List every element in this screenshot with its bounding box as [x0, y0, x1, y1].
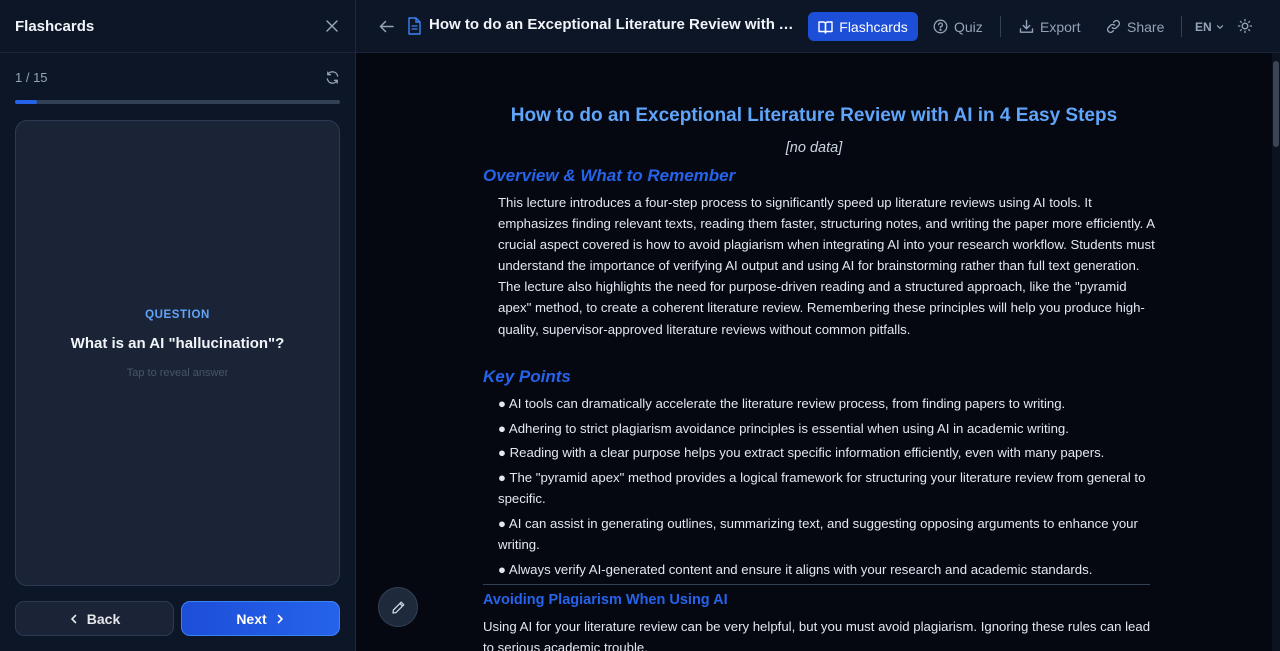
progress-track — [15, 100, 340, 104]
list-item: ● Reading with a clear purpose helps you… — [498, 445, 1105, 461]
language-selector[interactable]: EN — [1195, 12, 1224, 41]
top-toolbar: How to do an Exceptional Literature Revi… — [356, 0, 1280, 53]
sidebar-title: Flashcards — [15, 17, 95, 35]
scrollbar-thumb[interactable] — [1273, 61, 1279, 147]
book-open-icon — [818, 20, 833, 34]
card-hint: Tap to reveal answer — [126, 367, 229, 379]
chevron-left-icon — [70, 614, 77, 623]
list-item: ● AI tools can dramatically accelerate t… — [498, 396, 1066, 411]
list-item: ● AI can assist in generating outlines, … — [498, 516, 1138, 553]
back-button[interactable]: Back — [15, 601, 174, 636]
export-label: Export — [1040, 18, 1081, 35]
flashcards-tab-label: Flashcards — [839, 18, 908, 35]
next-button-label: Next — [236, 610, 267, 627]
document-subtitle: [no data] — [785, 140, 843, 156]
key-points-heading: Key Points — [483, 367, 571, 386]
document-viewer: How to do an Exceptional Literature Revi… — [356, 53, 1272, 651]
export-button[interactable]: Export — [1019, 12, 1080, 41]
toolbar-divider — [1181, 16, 1182, 37]
toolbar-divider — [1000, 16, 1001, 37]
back-button-label: Back — [86, 610, 121, 627]
list-item: ● Always verify AI-generated content and… — [498, 561, 1093, 577]
share-label: Share — [1127, 18, 1165, 35]
help-circle-icon — [933, 19, 948, 34]
sun-icon[interactable] — [1237, 18, 1253, 34]
share-button[interactable]: Share — [1106, 12, 1164, 41]
language-label: EN — [1195, 19, 1212, 34]
document-heading: How to do an Exceptional Literature Revi… — [510, 105, 1118, 126]
pencil-icon — [391, 601, 404, 614]
progress-row: 1 / 15 — [15, 66, 340, 88]
list-item: ● The "pyramid apex" method provides a l… — [498, 470, 1146, 507]
chevron-down-icon — [1216, 24, 1223, 29]
document-icon — [407, 17, 421, 35]
flashcards-sidebar: Flashcards 1 / 15 QUESTION What is an AI… — [0, 0, 356, 651]
edit-button[interactable] — [378, 587, 418, 627]
flashcards-tab-button[interactable]: Flashcards — [808, 12, 918, 41]
download-icon — [1019, 19, 1034, 33]
list-item: ● Adhering to strict plagiarism avoidanc… — [498, 420, 1069, 436]
link-icon — [1106, 19, 1121, 34]
plagiarism-heading: Avoiding Plagiarism When Using AI — [483, 592, 728, 608]
key-points-list: ● AI tools can dramatically accelerate t… — [498, 393, 1158, 584]
chevron-right-icon — [277, 614, 283, 623]
quiz-label: Quiz — [954, 18, 983, 35]
arrow-left-icon[interactable] — [378, 18, 395, 35]
scrollbar[interactable] — [1272, 53, 1280, 651]
sidebar-header: Flashcards — [0, 0, 355, 53]
close-icon[interactable] — [324, 18, 340, 34]
card-counter: 1 / 15 — [15, 69, 48, 85]
plagiarism-paragraph: Using AI for your literature review can … — [483, 619, 1151, 651]
app-root: Flashcards 1 / 15 QUESTION What is an AI… — [0, 0, 1280, 651]
overview-heading: Overview & What to Remember — [483, 166, 736, 185]
card-question: What is an AI "hallucination"? — [70, 335, 285, 352]
next-button[interactable]: Next — [181, 601, 340, 636]
quiz-button[interactable]: Quiz — [933, 12, 983, 41]
section-divider — [483, 584, 1150, 585]
document-title: How to do an Exceptional Literature Revi… — [429, 16, 799, 33]
overview-paragraph: This lecture introduces a four-step proc… — [498, 195, 1155, 337]
progress-fill — [15, 100, 37, 104]
refresh-icon[interactable] — [324, 69, 340, 85]
card-side-label: QUESTION — [145, 309, 210, 321]
flashcard[interactable]: QUESTION What is an AI "hallucination"? … — [15, 120, 340, 586]
